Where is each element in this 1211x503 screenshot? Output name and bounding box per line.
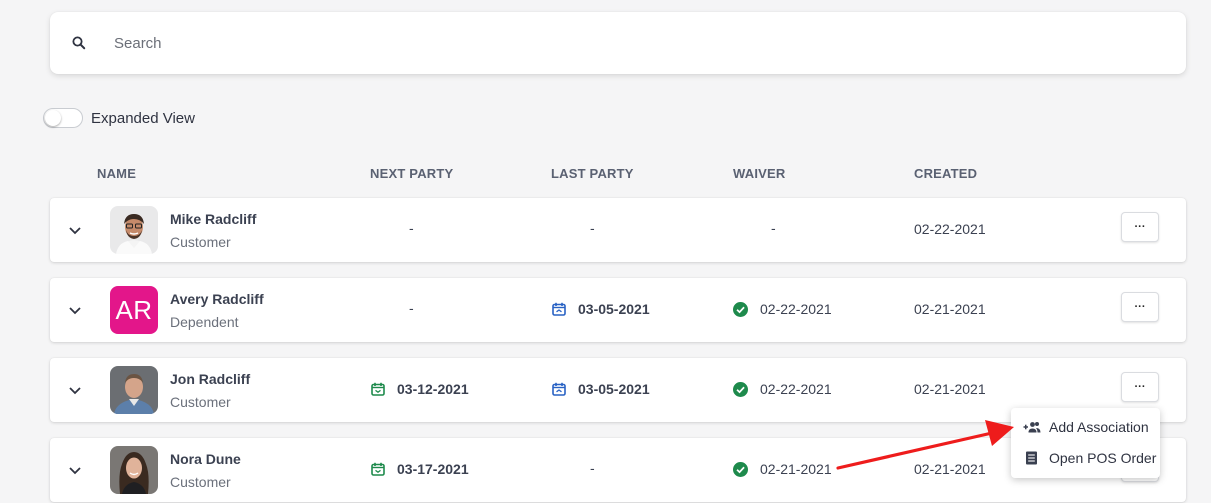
waiver-value: - (771, 220, 776, 236)
waiver-cell: 02-22-2021 (733, 381, 832, 397)
created-value: 02-21-2021 (914, 461, 986, 477)
next-party-value: - (409, 300, 414, 316)
expanded-view-toggle[interactable] (43, 108, 83, 128)
expanded-view-toggle-group: Expanded View (43, 107, 195, 129)
person-role: Dependent (170, 314, 239, 330)
avatar-initials: AR (110, 286, 158, 334)
waiver-value: 02-22-2021 (760, 381, 832, 397)
person-role: Customer (170, 234, 231, 250)
avatar (110, 366, 158, 414)
last-party-value: - (590, 220, 595, 236)
avatar-photo (110, 446, 158, 494)
created-value: 02-22-2021 (914, 221, 986, 237)
avatar (110, 206, 158, 254)
search-input[interactable] (114, 30, 1154, 56)
more-actions-button[interactable]: ··· (1121, 212, 1159, 242)
last-party-cell: 03-05-2021 (552, 381, 650, 397)
person-role: Customer (170, 394, 231, 410)
chevron-down-icon[interactable] (67, 462, 83, 478)
toggle-knob (45, 110, 61, 126)
expanded-view-label: Expanded View (91, 109, 195, 127)
chevron-down-icon[interactable] (67, 302, 83, 318)
person-name[interactable]: Jon Radcliff (170, 371, 250, 387)
receipt-icon (1026, 451, 1037, 465)
calendar-icon (371, 382, 385, 396)
last-party-value: 03-05-2021 (578, 301, 650, 317)
menu-item-label: Open POS Order (1049, 450, 1157, 466)
person-name[interactable]: Nora Dune (170, 451, 241, 467)
chevron-down-icon[interactable] (67, 382, 83, 398)
menu-item-label: Add Association (1049, 419, 1149, 435)
customers-page: Expanded View NAME NEXT PARTY LAST PARTY… (0, 0, 1211, 503)
search-bar[interactable] (50, 12, 1186, 74)
check-circle-icon (733, 301, 748, 317)
person-role: Customer (170, 474, 231, 490)
last-party-value: - (590, 460, 595, 476)
menu-item-open-pos-order[interactable]: Open POS Order (1023, 446, 1156, 470)
check-circle-icon (733, 461, 748, 477)
chevron-down-icon[interactable] (67, 222, 83, 238)
next-party-cell: 03-17-2021 (371, 461, 469, 477)
column-header-created: CREATED (914, 166, 978, 181)
next-party-value: 03-17-2021 (397, 461, 469, 477)
created-value: 02-21-2021 (914, 381, 986, 397)
avatar-photo (110, 366, 158, 414)
calendar-icon (552, 382, 566, 396)
next-party-value: - (409, 220, 414, 236)
more-actions-button[interactable]: ··· (1121, 292, 1159, 322)
column-header-waiver: WAIVER (733, 166, 786, 181)
table-row[interactable]: Mike Radcliff Customer - - - 02-22-2021 … (50, 198, 1186, 262)
person-name[interactable]: Avery Radcliff (170, 291, 264, 307)
calendar-icon (552, 302, 566, 316)
menu-item-add-association[interactable]: Add Association (1023, 415, 1149, 439)
last-party-value: 03-05-2021 (578, 381, 650, 397)
person-name[interactable]: Mike Radcliff (170, 211, 256, 227)
waiver-cell: 02-22-2021 (733, 301, 832, 317)
waiver-cell: 02-21-2021 (733, 461, 832, 477)
check-circle-icon (733, 381, 748, 397)
waiver-value: 02-22-2021 (760, 301, 832, 317)
search-icon (72, 36, 86, 50)
column-header-last-party: LAST PARTY (551, 166, 634, 181)
calendar-icon (371, 462, 385, 476)
next-party-cell: 03-12-2021 (371, 381, 469, 397)
table-row[interactable]: AR Avery Radcliff Dependent - 03-05-2021… (50, 278, 1186, 342)
avatar-photo (110, 206, 158, 254)
avatar (110, 446, 158, 494)
last-party-cell: 03-05-2021 (552, 301, 650, 317)
row-actions-menu: Add Association Open POS Order (1011, 408, 1160, 478)
column-header-name: NAME (97, 166, 137, 181)
created-value: 02-21-2021 (914, 301, 986, 317)
more-actions-button[interactable]: ··· (1121, 372, 1159, 402)
next-party-value: 03-12-2021 (397, 381, 469, 397)
waiver-value: 02-21-2021 (760, 461, 832, 477)
add-people-icon (1023, 422, 1041, 433)
column-header-next-party: NEXT PARTY (370, 166, 454, 181)
